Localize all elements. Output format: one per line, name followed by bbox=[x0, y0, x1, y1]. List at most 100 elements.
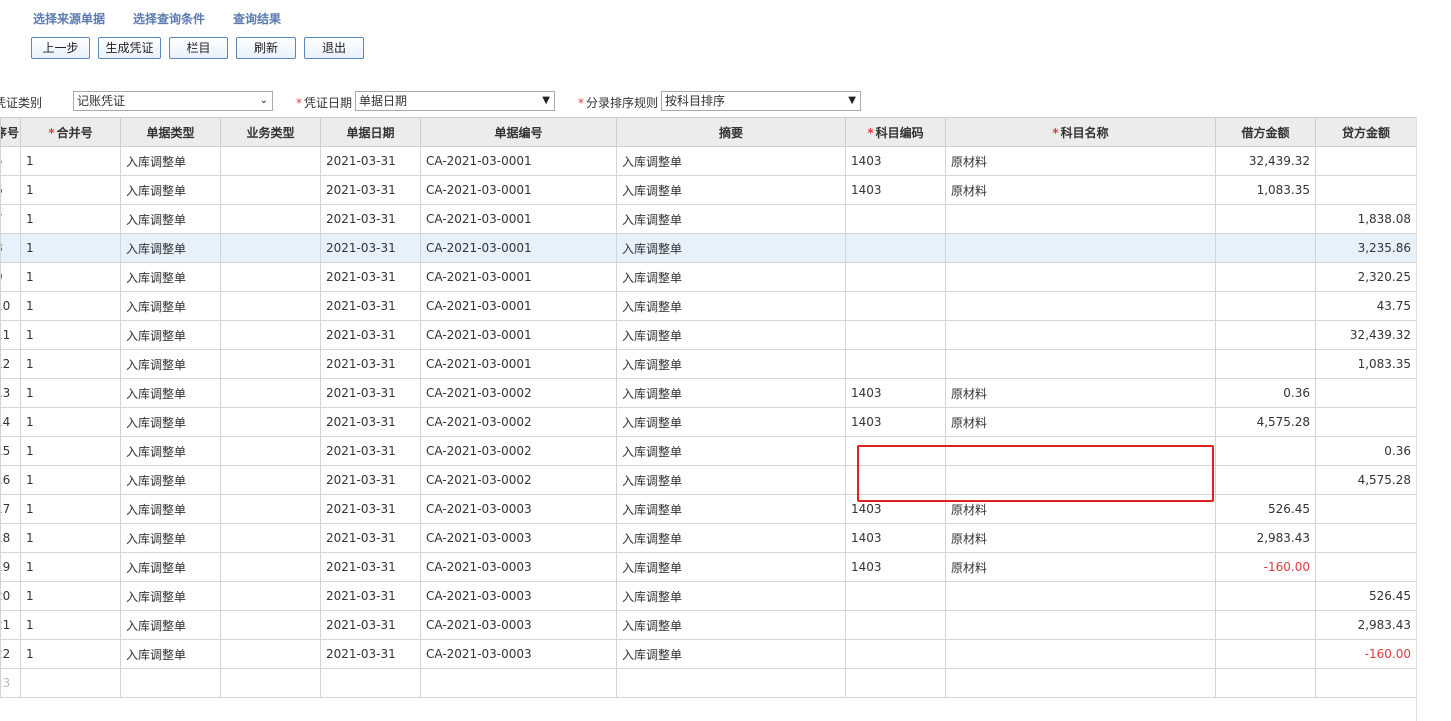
step-select-source[interactable]: 选择来源单据 bbox=[33, 10, 105, 27]
col-header-summary[interactable]: 摘要 bbox=[616, 117, 846, 147]
doc-date-cell[interactable]: 2021-03-31 bbox=[320, 146, 421, 176]
merge-no-cell[interactable]: 1 bbox=[20, 262, 121, 292]
account-name-cell[interactable]: 原材料 bbox=[945, 146, 1216, 176]
account-name-cell[interactable] bbox=[945, 204, 1216, 234]
table-row[interactable]: 111入库调整单2021-03-31CA-2021-03-0001入库调整单32… bbox=[0, 320, 1417, 350]
col-header-biz-type[interactable]: 业务类型 bbox=[220, 117, 321, 147]
doc-no-cell[interactable]: CA-2021-03-0002 bbox=[420, 378, 617, 408]
merge-no-cell[interactable]: 1 bbox=[20, 349, 121, 379]
table-row[interactable]: 23 bbox=[0, 668, 1417, 698]
biz-type-cell[interactable] bbox=[220, 378, 321, 408]
refresh-button[interactable]: 刷新 bbox=[236, 37, 296, 59]
doc-date-cell[interactable]: 2021-03-31 bbox=[320, 523, 421, 553]
col-header-debit[interactable]: 借方金额 bbox=[1215, 117, 1316, 147]
doc-date-cell[interactable]: 2021-03-31 bbox=[320, 552, 421, 582]
account-name-cell[interactable]: 原材料 bbox=[945, 494, 1216, 524]
doc-date-cell[interactable]: 2021-03-31 bbox=[320, 465, 421, 495]
account-name-cell[interactable]: 原材料 bbox=[945, 175, 1216, 205]
credit-cell[interactable] bbox=[1315, 523, 1417, 553]
account-code-cell[interactable] bbox=[845, 436, 946, 466]
col-header-doc-no[interactable]: 单据编号 bbox=[420, 117, 617, 147]
biz-type-cell[interactable] bbox=[220, 639, 321, 669]
step-select-conditions[interactable]: 选择查询条件 bbox=[133, 10, 205, 27]
table-row[interactable]: 221入库调整单2021-03-31CA-2021-03-0003入库调整单-1… bbox=[0, 639, 1417, 669]
doc-no-cell[interactable]: CA-2021-03-0001 bbox=[420, 204, 617, 234]
account-code-cell[interactable] bbox=[845, 668, 946, 698]
doc-date-cell[interactable]: 2021-03-31 bbox=[320, 175, 421, 205]
doc-no-cell[interactable]: CA-2021-03-0001 bbox=[420, 146, 617, 176]
doc-date-cell[interactable]: 2021-03-31 bbox=[320, 320, 421, 350]
account-code-cell[interactable]: 1403 bbox=[845, 175, 946, 205]
summary-cell[interactable]: 入库调整单 bbox=[616, 262, 846, 292]
account-code-cell[interactable] bbox=[845, 204, 946, 234]
debit-cell[interactable]: 0.36 bbox=[1215, 378, 1316, 408]
doc-type-cell[interactable] bbox=[120, 668, 221, 698]
biz-type-cell[interactable] bbox=[220, 233, 321, 263]
account-code-cell[interactable] bbox=[845, 581, 946, 611]
doc-type-cell[interactable]: 入库调整单 bbox=[120, 523, 221, 553]
credit-cell[interactable]: 4,575.28 bbox=[1315, 465, 1417, 495]
doc-type-cell[interactable]: 入库调整单 bbox=[120, 407, 221, 437]
merge-no-cell[interactable]: 1 bbox=[20, 523, 121, 553]
merge-no-cell[interactable]: 1 bbox=[20, 436, 121, 466]
account-name-cell[interactable]: 原材料 bbox=[945, 523, 1216, 553]
doc-no-cell[interactable]: CA-2021-03-0001 bbox=[420, 291, 617, 321]
biz-type-cell[interactable] bbox=[220, 581, 321, 611]
doc-date-cell[interactable]: 2021-03-31 bbox=[320, 610, 421, 640]
debit-cell[interactable]: 526.45 bbox=[1215, 494, 1316, 524]
account-name-cell[interactable] bbox=[945, 581, 1216, 611]
merge-no-cell[interactable]: 1 bbox=[20, 378, 121, 408]
doc-date-cell[interactable]: 2021-03-31 bbox=[320, 291, 421, 321]
summary-cell[interactable]: 入库调整单 bbox=[616, 581, 846, 611]
summary-cell[interactable]: 入库调整单 bbox=[616, 175, 846, 205]
account-name-cell[interactable]: 原材料 bbox=[945, 378, 1216, 408]
col-header-merge-no[interactable]: * 合并号 bbox=[20, 117, 121, 147]
merge-no-cell[interactable]: 1 bbox=[20, 639, 121, 669]
account-code-cell[interactable]: 1403 bbox=[845, 552, 946, 582]
doc-no-cell[interactable]: CA-2021-03-0001 bbox=[420, 175, 617, 205]
biz-type-cell[interactable] bbox=[220, 204, 321, 234]
account-name-cell[interactable] bbox=[945, 291, 1216, 321]
merge-no-cell[interactable]: 1 bbox=[20, 494, 121, 524]
doc-type-cell[interactable]: 入库调整单 bbox=[120, 204, 221, 234]
credit-cell[interactable]: -160.00 bbox=[1315, 639, 1417, 669]
col-header-doc-date[interactable]: 单据日期 bbox=[320, 117, 421, 147]
credit-cell[interactable]: 32,439.32 bbox=[1315, 320, 1417, 350]
credit-cell[interactable]: 43.75 bbox=[1315, 291, 1417, 321]
debit-cell[interactable] bbox=[1215, 610, 1316, 640]
doc-type-cell[interactable]: 入库调整单 bbox=[120, 320, 221, 350]
doc-date-cell[interactable]: 2021-03-31 bbox=[320, 378, 421, 408]
credit-cell[interactable]: 3,235.86 bbox=[1315, 233, 1417, 263]
merge-no-cell[interactable]: 1 bbox=[20, 465, 121, 495]
summary-cell[interactable]: 入库调整单 bbox=[616, 465, 846, 495]
debit-cell[interactable] bbox=[1215, 349, 1316, 379]
account-code-cell[interactable] bbox=[845, 349, 946, 379]
doc-type-cell[interactable]: 入库调整单 bbox=[120, 581, 221, 611]
credit-cell[interactable] bbox=[1315, 378, 1417, 408]
summary-cell[interactable]: 入库调整单 bbox=[616, 552, 846, 582]
doc-type-cell[interactable]: 入库调整单 bbox=[120, 378, 221, 408]
table-row[interactable]: 91入库调整单2021-03-31CA-2021-03-0001入库调整单2,3… bbox=[0, 262, 1417, 292]
credit-cell[interactable]: 0.36 bbox=[1315, 436, 1417, 466]
debit-cell[interactable]: 32,439.32 bbox=[1215, 146, 1316, 176]
doc-type-cell[interactable]: 入库调整单 bbox=[120, 175, 221, 205]
table-row[interactable]: 131入库调整单2021-03-31CA-2021-03-0002入库调整单14… bbox=[0, 378, 1417, 408]
account-name-cell[interactable]: 原材料 bbox=[945, 552, 1216, 582]
summary-cell[interactable]: 入库调整单 bbox=[616, 233, 846, 263]
table-row[interactable]: 141入库调整单2021-03-31CA-2021-03-0002入库调整单14… bbox=[0, 407, 1417, 437]
account-code-cell[interactable]: 1403 bbox=[845, 146, 946, 176]
doc-type-cell[interactable]: 入库调整单 bbox=[120, 494, 221, 524]
account-code-cell[interactable] bbox=[845, 610, 946, 640]
summary-cell[interactable]: 入库调整单 bbox=[616, 523, 846, 553]
debit-cell[interactable]: 4,575.28 bbox=[1215, 407, 1316, 437]
doc-type-cell[interactable]: 入库调整单 bbox=[120, 146, 221, 176]
summary-cell[interactable] bbox=[616, 668, 846, 698]
biz-type-cell[interactable] bbox=[220, 668, 321, 698]
biz-type-cell[interactable] bbox=[220, 320, 321, 350]
biz-type-cell[interactable] bbox=[220, 291, 321, 321]
doc-type-cell[interactable]: 入库调整单 bbox=[120, 465, 221, 495]
summary-cell[interactable]: 入库调整单 bbox=[616, 378, 846, 408]
table-row[interactable]: 101入库调整单2021-03-31CA-2021-03-0001入库调整单43… bbox=[0, 291, 1417, 321]
account-name-cell[interactable] bbox=[945, 349, 1216, 379]
merge-no-cell[interactable] bbox=[20, 668, 121, 698]
